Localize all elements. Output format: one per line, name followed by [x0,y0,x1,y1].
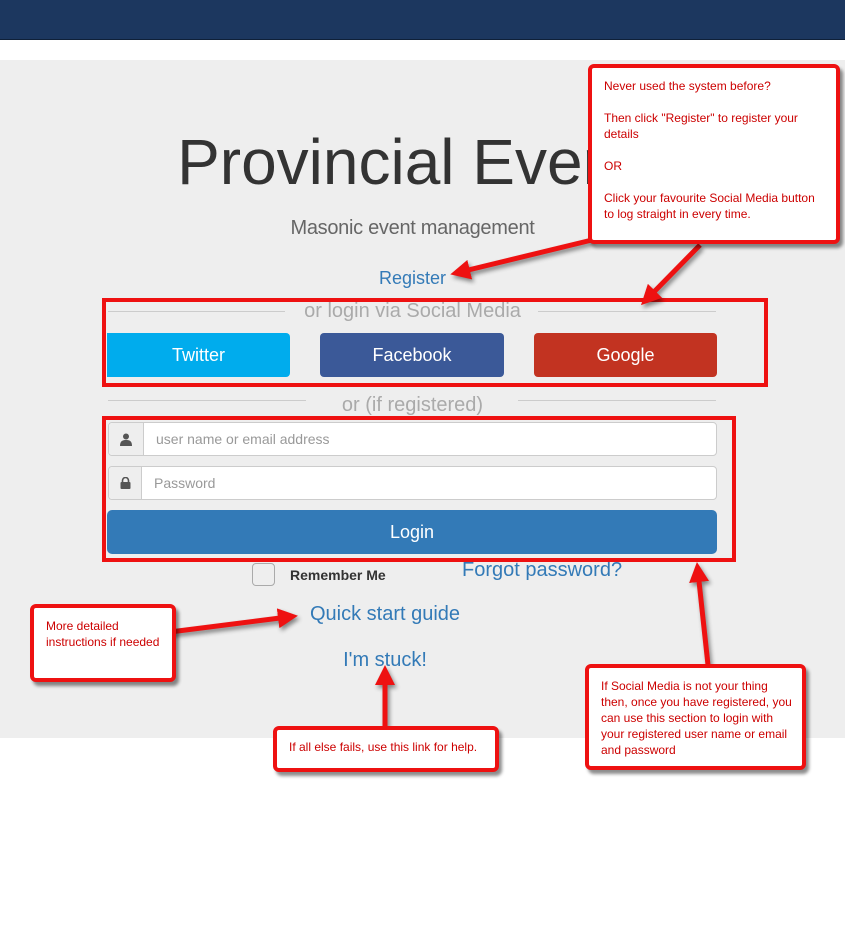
register-callout-line1: Never used the system before? [604,79,771,93]
guide-callout: More detailed instructions if needed [30,604,176,682]
top-navbar [0,0,845,40]
guide-callout-text: More detailed instructions if needed [46,619,160,649]
register-callout: Never used the system before? Then click… [588,64,840,244]
register-callout-line4: Click your favourite Social Media button… [604,191,815,221]
stuck-callout-text: If all else fails, use this link for hel… [289,740,478,754]
login-callout-text: If Social Media is not your thing then, … [601,679,792,757]
register-callout-line2: Then click "Register" to register your d… [604,111,798,141]
register-callout-line3: OR [604,159,622,173]
forgot-password-link[interactable]: Forgot password? [462,559,622,582]
register-link[interactable]: Register [379,268,446,288]
stuck-callout: If all else fails, use this link for hel… [273,726,499,772]
remember-me-label: Remember Me [290,567,386,583]
login-highlight-box [102,416,736,562]
social-highlight-box [102,298,768,387]
login-divider-text: or (if registered) [341,394,484,416]
login-callout: If Social Media is not your thing then, … [585,664,806,770]
remember-me-checkbox[interactable] [252,563,275,586]
im-stuck-link[interactable]: I'm stuck! [343,649,427,671]
quick-start-guide-link[interactable]: Quick start guide [310,603,460,625]
